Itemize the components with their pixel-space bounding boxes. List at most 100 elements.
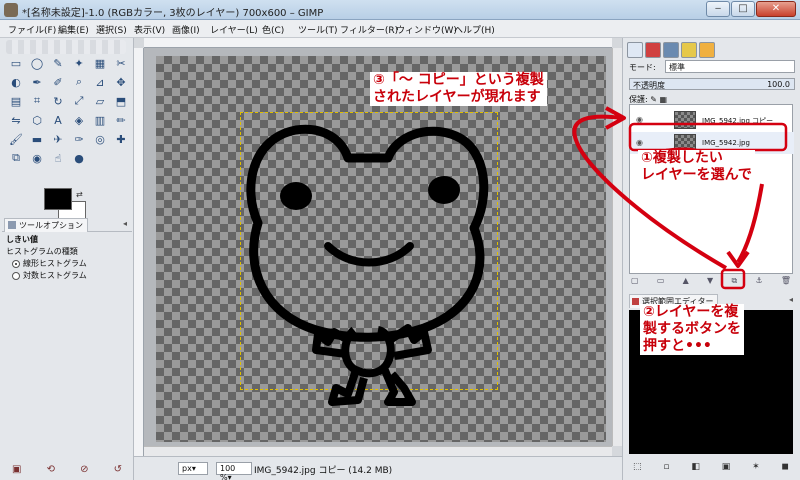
- bucket-fill-icon[interactable]: ◈: [69, 111, 89, 129]
- invert-selection-icon[interactable]: ◧: [691, 462, 700, 472]
- paintbrush-icon[interactable]: 🖌: [6, 130, 26, 148]
- lower-layer-icon[interactable]: ▼: [707, 276, 713, 290]
- align-icon[interactable]: ▤: [6, 92, 26, 110]
- foreground-select-icon[interactable]: ◐: [6, 73, 26, 91]
- blend-icon[interactable]: ▥: [90, 111, 110, 129]
- tab-brushes[interactable]: [699, 42, 715, 58]
- swap-colors-icon[interactable]: ⇄: [76, 190, 83, 199]
- unit-select[interactable]: px▾: [178, 462, 208, 475]
- heal-icon[interactable]: ✚: [111, 130, 131, 148]
- callout-1-line2: レイヤーを選んで: [641, 167, 752, 183]
- eraser-icon[interactable]: ▬: [27, 130, 47, 148]
- tab-paths[interactable]: [663, 42, 679, 58]
- scissors-icon[interactable]: ✂: [111, 54, 131, 72]
- vertical-scrollbar[interactable]: [612, 48, 622, 446]
- horizontal-ruler[interactable]: [144, 38, 612, 48]
- crop-icon[interactable]: ⌗: [27, 92, 47, 110]
- menu-help[interactable]: ヘルプ(H): [454, 23, 495, 36]
- canvas-viewport[interactable]: [144, 48, 612, 446]
- visibility-eye-icon[interactable]: ◉: [636, 115, 643, 124]
- delete-options-icon[interactable]: ⊘: [80, 464, 88, 475]
- menu-tools[interactable]: ツール(T): [298, 23, 338, 36]
- select-all-icon[interactable]: ⬚: [633, 462, 642, 472]
- menu-edit[interactable]: 編集(E): [58, 23, 89, 36]
- select-none-icon[interactable]: ▫: [663, 462, 669, 472]
- lock-alpha-icon[interactable]: ▦: [660, 95, 668, 104]
- close-button[interactable]: ✕: [756, 1, 796, 17]
- menu-layer[interactable]: レイヤー(L): [210, 23, 258, 36]
- minimize-button[interactable]: ‒: [706, 1, 730, 17]
- stroke-selection-icon[interactable]: ◼: [782, 462, 789, 472]
- flip-icon[interactable]: ⇋: [6, 111, 26, 129]
- save-options-icon[interactable]: ▣: [12, 464, 21, 475]
- radio-log-histogram[interactable]: 対数ヒストグラム: [12, 270, 128, 282]
- measure-icon[interactable]: ⊿: [90, 73, 110, 91]
- anchor-layer-icon[interactable]: ⚓: [755, 276, 762, 290]
- fuzzy-select-icon[interactable]: ✦: [69, 54, 89, 72]
- menu-view[interactable]: 表示(V): [134, 23, 165, 36]
- pencil-icon[interactable]: ✏: [111, 111, 131, 129]
- rotate-icon[interactable]: ↻: [48, 92, 68, 110]
- callout-2-line2: 製するボタンを: [643, 321, 741, 337]
- save-to-channel-icon[interactable]: ▣: [722, 462, 731, 472]
- statusbar: px▾ 100 %▾ IMG_5942.jpg コピー (14.2 MB): [134, 456, 622, 480]
- shear-icon[interactable]: ▱: [90, 92, 110, 110]
- duplicate-layer-icon[interactable]: ⧉: [731, 276, 737, 290]
- gimp-app-icon: [4, 3, 18, 17]
- rect-select-icon[interactable]: ▭: [6, 54, 26, 72]
- tab-tool-options[interactable]: ツールオプション: [4, 218, 88, 232]
- paths-icon[interactable]: ✒: [27, 73, 47, 91]
- color-picker-icon[interactable]: ✐: [48, 73, 68, 91]
- cage-icon[interactable]: ⬡: [27, 111, 47, 129]
- mode-select[interactable]: 標準: [665, 60, 795, 73]
- delete-layer-icon[interactable]: 🗑: [781, 276, 791, 290]
- restore-options-icon[interactable]: ⟲: [47, 464, 55, 475]
- vertical-ruler[interactable]: [134, 48, 144, 456]
- callout-3-line1: ③「～ コピー」という複製: [373, 72, 544, 88]
- zoom-icon[interactable]: ⌕: [69, 73, 89, 91]
- radio-linear-histogram[interactable]: 線形ヒストグラム: [12, 258, 128, 270]
- tab-channels[interactable]: [645, 42, 661, 58]
- dodge-burn-icon[interactable]: ●: [69, 149, 89, 167]
- panel-menu-icon[interactable]: ◂: [120, 219, 130, 229]
- maximize-button[interactable]: □: [731, 1, 755, 17]
- layer-thumbnail: [674, 111, 696, 129]
- new-layer-group-icon[interactable]: ▭: [657, 276, 665, 290]
- menu-windows[interactable]: ウィンドウ(W): [396, 23, 457, 36]
- clone-icon[interactable]: ◎: [90, 130, 110, 148]
- to-path-icon[interactable]: ✶: [752, 462, 760, 472]
- blur-icon[interactable]: ◉: [27, 149, 47, 167]
- zoom-select[interactable]: 100 %▾: [216, 462, 252, 480]
- text-icon[interactable]: A: [48, 111, 68, 129]
- horizontal-scrollbar[interactable]: [144, 446, 612, 456]
- menu-color[interactable]: 色(C): [262, 23, 284, 36]
- menu-filters[interactable]: フィルター(R): [340, 23, 398, 36]
- new-layer-icon[interactable]: ▢: [631, 276, 639, 290]
- tab-layers[interactable]: [627, 42, 643, 58]
- perspective-clone-icon[interactable]: ⧉: [6, 149, 26, 167]
- lasso-select-icon[interactable]: ✎: [48, 54, 68, 72]
- menu-file[interactable]: ファイル(F): [8, 23, 56, 36]
- menu-select[interactable]: 選択(S): [96, 23, 127, 36]
- callout-3: ③「～ コピー」という複製 されたレイヤーが現れます: [370, 72, 547, 106]
- opacity-slider[interactable]: 不透明度 100.0: [629, 78, 795, 90]
- ink-icon[interactable]: ✑: [69, 130, 89, 148]
- foreground-color-swatch[interactable]: [44, 188, 72, 210]
- radio-dot: [12, 260, 20, 268]
- tab-undo[interactable]: [681, 42, 697, 58]
- color-select-icon[interactable]: ▦: [90, 54, 110, 72]
- menu-image[interactable]: 画像(I): [172, 23, 200, 36]
- visibility-eye-icon[interactable]: ◉: [636, 138, 643, 147]
- reset-options-icon[interactable]: ↺: [114, 464, 122, 475]
- perspective-icon[interactable]: ⬒: [111, 92, 131, 110]
- scale-icon[interactable]: ⤢: [69, 92, 89, 110]
- layer-buttons-row: ▢ ▭ ▲ ▼ ⧉ ⚓ 🗑: [629, 276, 793, 290]
- smudge-icon[interactable]: ☝: [48, 149, 68, 167]
- raise-layer-icon[interactable]: ▲: [683, 276, 689, 290]
- panel-menu-icon[interactable]: ◂: [789, 295, 793, 304]
- lock-pixels-icon[interactable]: ✎: [650, 95, 657, 104]
- layer-row-copy[interactable]: ◉ IMG_5942.jpg コピー: [630, 109, 794, 131]
- airbrush-icon[interactable]: ✈: [48, 130, 68, 148]
- ellipse-select-icon[interactable]: ◯: [27, 54, 47, 72]
- move-icon[interactable]: ✥: [111, 73, 131, 91]
